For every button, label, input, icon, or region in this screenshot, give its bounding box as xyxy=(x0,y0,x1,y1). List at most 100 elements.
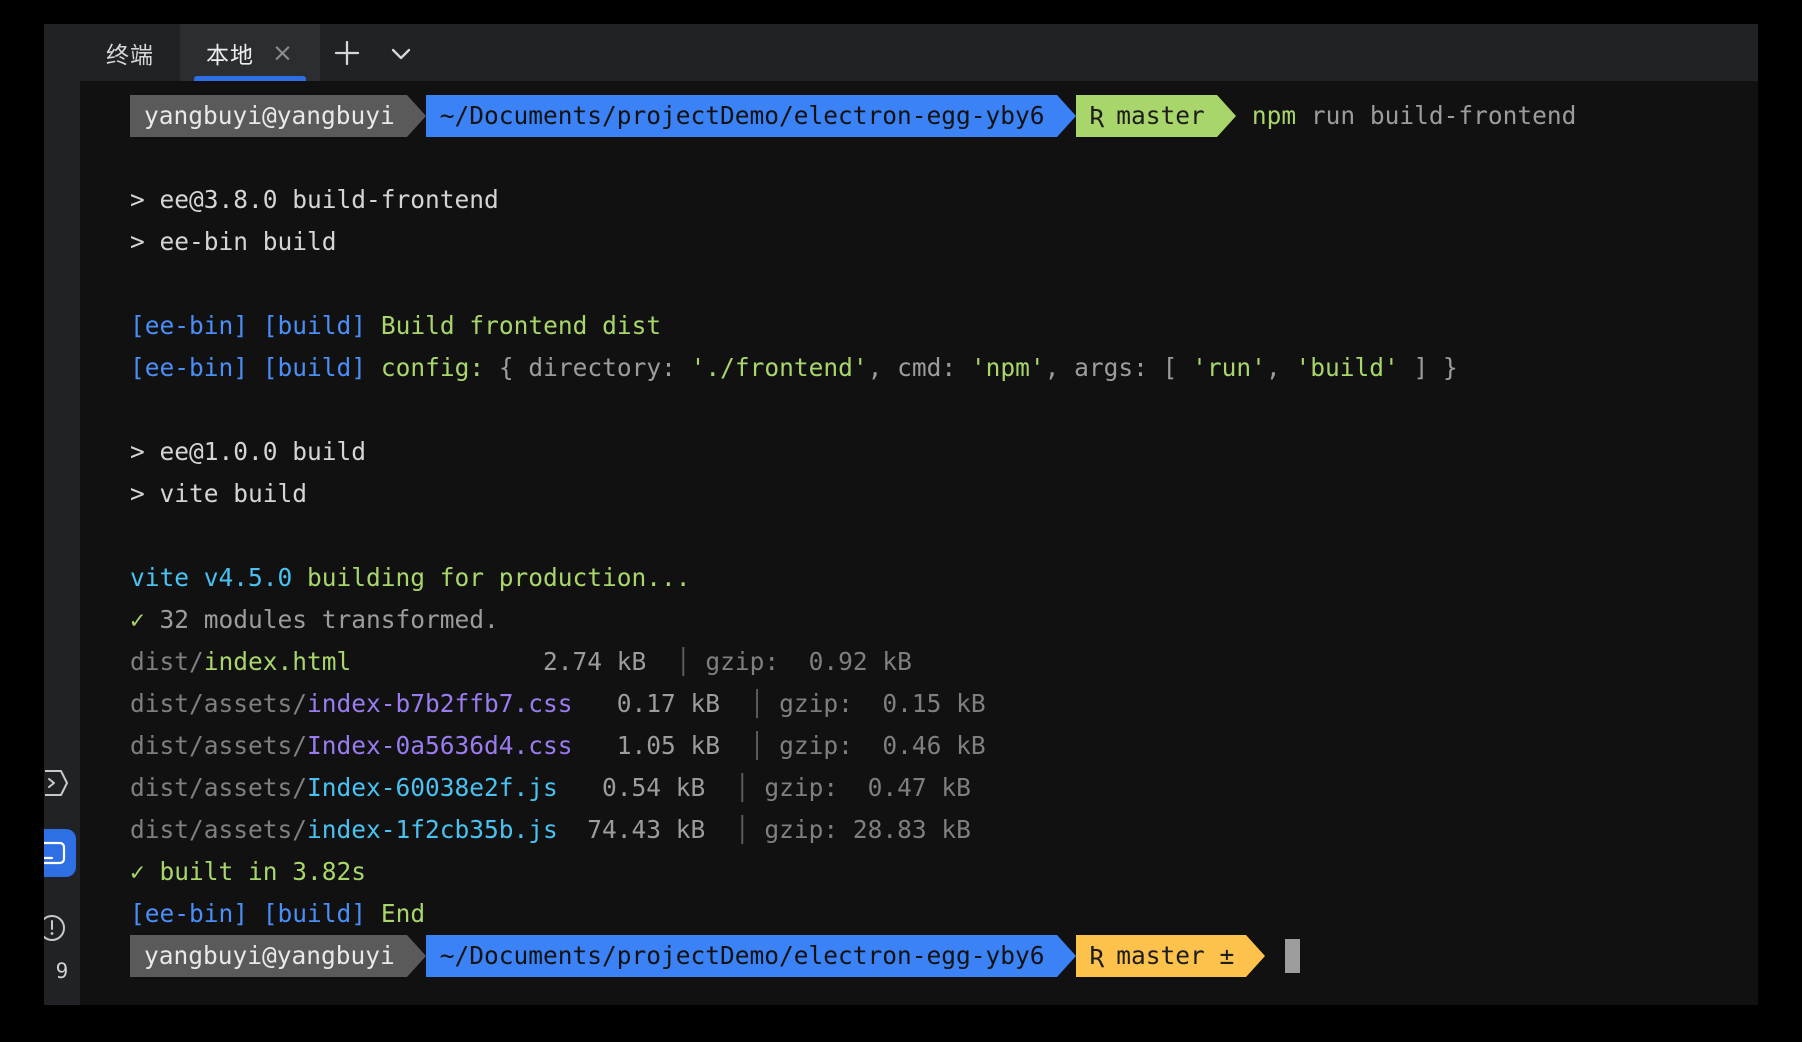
prompt-path-arrow-bottom xyxy=(1056,935,1076,977)
output-line-text: > ee@1.0.0 build xyxy=(130,437,367,466)
column-divider: │ xyxy=(705,773,765,802)
chevron-down-icon[interactable] xyxy=(374,24,428,81)
dist-file-name: Index-0a5636d4.css xyxy=(307,731,573,760)
rail-badge: 9 xyxy=(55,959,69,983)
chevron-right-hex-icon[interactable] xyxy=(44,759,76,807)
status-line: ✓ 32 modules transformed. xyxy=(80,599,1758,641)
command-program: npm xyxy=(1251,101,1297,130)
vite-name: vite xyxy=(130,563,190,592)
log-tag-action: [build] xyxy=(262,353,367,382)
log-tag-module: [ee-bin] xyxy=(130,899,249,928)
command-text: npm run build-frontend xyxy=(1236,95,1577,137)
dist-file-dir: dist/ xyxy=(130,647,204,676)
dist-gzip-label: gzip: xyxy=(764,815,839,844)
plus-icon[interactable] xyxy=(320,24,374,81)
prompt-user-text-bottom: yangbuyi@yangbuyi xyxy=(144,941,395,970)
dist-file-dir: dist/assets/ xyxy=(130,689,308,718)
check-icon: ✓ xyxy=(130,857,145,886)
status-text: 32 modules transformed. xyxy=(144,605,499,634)
prompt-git-arrow xyxy=(1216,95,1236,137)
output-line: > ee-bin build xyxy=(80,221,1758,263)
config-directory-value: './frontend' xyxy=(690,353,868,382)
output-tail-lines: ✓ built in 3.82s [ee-bin] [build] End xyxy=(80,851,1758,935)
dist-gzip-size: 28.83 kB xyxy=(838,815,971,844)
eebin-log-line: [ee-bin] [build] End xyxy=(80,893,1758,935)
dist-file-size: 0.17 kB xyxy=(587,689,721,718)
dist-gzip-size: 0.92 kB xyxy=(779,647,912,676)
status-line: ✓ built in 3.82s xyxy=(80,851,1758,893)
dist-file-row: dist/assets/index-b7b2ffb7.css 0.17 kB │… xyxy=(80,683,1758,725)
git-branch-icon: Ʀ xyxy=(1089,101,1105,130)
terminal-panel-icon[interactable] xyxy=(44,829,76,877)
prompt-git-branch-text-bottom: master ± xyxy=(1116,941,1235,970)
dist-file-name: index-1f2cb35b.js xyxy=(307,815,558,844)
dist-file-size: 1.05 kB xyxy=(587,731,721,760)
tab-local[interactable]: 本地 × xyxy=(180,24,320,81)
check-icon: ✓ xyxy=(130,605,145,634)
log-message: Build frontend dist xyxy=(380,311,662,340)
command-args: run build-frontend xyxy=(1310,101,1577,130)
config-cmd-value: 'npm' xyxy=(970,353,1045,382)
dist-file-size: 2.74 kB xyxy=(513,647,647,676)
output-lines: > ee@3.8.0 build-frontend > ee-bin build … xyxy=(80,137,1758,641)
tab-local-label: 本地 xyxy=(206,42,254,69)
prompt-git-segment-bottom: Ʀ master ± xyxy=(1075,935,1247,977)
dist-file-row: dist/assets/Index-0a5636d4.css 1.05 kB │… xyxy=(80,725,1758,767)
dist-file-name: Index-60038e2f.js xyxy=(307,773,558,802)
prompt-user-arrow xyxy=(406,95,426,137)
tab-bar: 终端 本地 × xyxy=(80,24,1758,81)
dist-file-row: dist/index.html 2.74 kB │ gzip: 0.92 kB xyxy=(80,641,1758,683)
tab-terminal[interactable]: 终端 xyxy=(80,24,180,81)
terminal-output[interactable]: yangbuyi@yangbuyi ~/Documents/projectDem… xyxy=(80,81,1758,1005)
config-key: config: xyxy=(380,353,485,382)
output-line-text: > ee@3.8.0 build-frontend xyxy=(130,185,499,214)
prompt-user-segment-bottom: yangbuyi@yangbuyi xyxy=(130,935,407,977)
dist-gzip-size: 0.46 kB xyxy=(852,731,986,760)
output-line: > vite build xyxy=(80,473,1758,515)
close-icon[interactable]: × xyxy=(272,40,294,65)
dist-gzip-label: gzip: xyxy=(764,773,839,802)
dist-gzip-size: 0.47 kB xyxy=(838,773,971,802)
dist-gzip-size: 0.15 kB xyxy=(852,689,986,718)
dist-file-dir: dist/assets/ xyxy=(130,773,308,802)
prompt-line-top: yangbuyi@yangbuyi ~/Documents/projectDem… xyxy=(80,95,1758,137)
output-line-text: > vite build xyxy=(130,479,308,508)
prompt-user-segment: yangbuyi@yangbuyi xyxy=(130,95,407,137)
vite-message: building for production... xyxy=(292,563,691,592)
text-cursor xyxy=(1285,939,1301,973)
dist-gzip-label: gzip: xyxy=(779,731,853,760)
dist-file-name: index-b7b2ffb7.css xyxy=(307,689,573,718)
eebin-config-line: [ee-bin] [build] config: { directory: '.… xyxy=(130,353,1458,382)
status-text: built in 3.82s xyxy=(144,857,367,886)
dist-file-row: dist/assets/Index-60038e2f.js 0.54 kB │ … xyxy=(80,767,1758,809)
prompt-user-text: yangbuyi@yangbuyi xyxy=(144,101,395,130)
log-tag-action: [build] xyxy=(262,899,367,928)
config-arg-build: 'build' xyxy=(1295,353,1399,382)
warning-circle-icon[interactable] xyxy=(44,904,76,952)
dist-file-name: index.html xyxy=(203,647,352,676)
log-tag-action: [build] xyxy=(262,311,367,340)
log-message: End xyxy=(380,899,426,928)
vite-version: v4.5.0 xyxy=(189,563,293,592)
column-divider: │ xyxy=(720,689,780,718)
column-divider: │ xyxy=(646,647,706,676)
log-tag-module: [ee-bin] xyxy=(130,353,249,382)
prompt-path-text-bottom: ~/Documents/projectDemo/electron-egg-yby… xyxy=(439,941,1045,970)
column-divider: │ xyxy=(720,731,780,760)
prompt-path-segment: ~/Documents/projectDemo/electron-egg-yby… xyxy=(425,95,1057,137)
dist-gzip-label: gzip: xyxy=(779,689,853,718)
prompt-user-arrow-bottom xyxy=(406,935,426,977)
dist-file-list: dist/index.html 2.74 kB │ gzip: 0.92 kB d… xyxy=(80,641,1758,851)
prompt-git-branch-text: master xyxy=(1116,101,1205,130)
activity-rail: 9 xyxy=(44,24,80,1005)
log-tag-module: [ee-bin] xyxy=(130,311,249,340)
eebin-log-line: [ee-bin] [build] Build frontend dist xyxy=(80,305,1758,347)
output-line: > ee@3.8.0 build-frontend xyxy=(80,179,1758,221)
terminal-window: 终端 本地 × 9 yangbuyi@yangbuyi ~/Documents/… xyxy=(44,24,1758,1005)
prompt-path-segment-bottom: ~/Documents/projectDemo/electron-egg-yby… xyxy=(425,935,1057,977)
tab-terminal-label: 终端 xyxy=(106,42,154,69)
